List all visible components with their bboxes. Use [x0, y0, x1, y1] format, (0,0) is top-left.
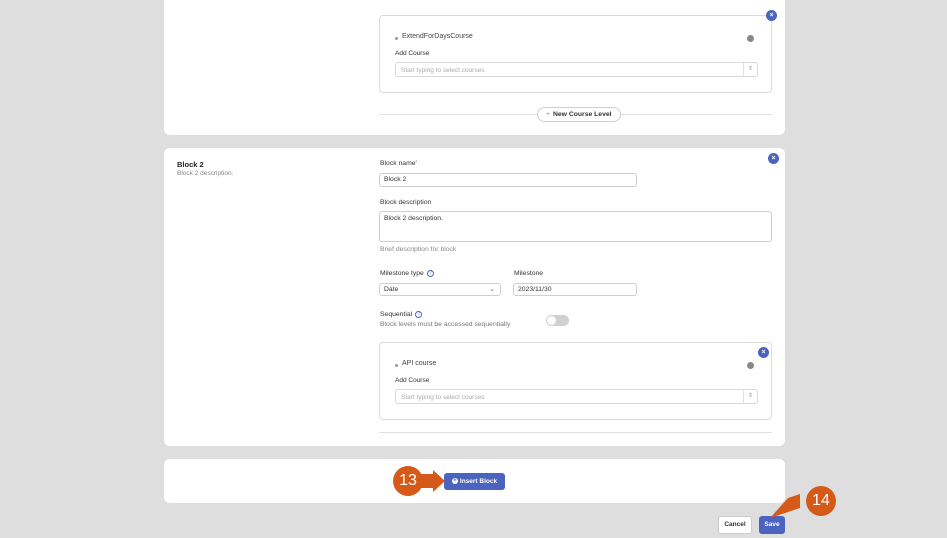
add-course-placeholder: Start typing to select courses [401, 394, 485, 401]
add-course-placeholder: Start typing to select courses [401, 67, 485, 74]
add-course-label: Add Course [395, 50, 430, 57]
help-icon[interactable]: ? [415, 311, 423, 318]
milestone-date-input[interactable]: 2023/11/30 [513, 283, 637, 296]
bullet-icon [395, 364, 398, 367]
toggle-knob [547, 316, 556, 325]
block-title: Block 2 [177, 160, 204, 169]
plus-icon: + [546, 111, 550, 118]
block-summary: Block 2 description. [177, 170, 234, 177]
new-course-level-label: New Course Level [552, 111, 612, 118]
new-course-level-button[interactable]: + New Course Level [537, 107, 621, 122]
bullet-icon [395, 37, 398, 40]
block-description-label: Block description [380, 199, 432, 206]
sequential-label: Sequential? [380, 311, 423, 318]
remove-course-icon[interactable] [747, 362, 754, 369]
callout-arrow-13 [419, 470, 445, 492]
cancel-button[interactable]: Cancel [718, 516, 752, 534]
remove-level-icon[interactable]: × [766, 10, 777, 21]
select-arrows-icon: ⇕ [743, 63, 757, 76]
description-hint: Brief description for block [380, 246, 457, 253]
sequential-toggle[interactable] [546, 315, 569, 326]
chevron-down-icon: ⌄ [489, 286, 495, 293]
milestone-type-value: Date [384, 286, 399, 293]
block-1-card: × ExtendForDaysCourse Add Course Start t… [164, 0, 785, 135]
milestone-label: Milestone [514, 270, 544, 277]
add-course-label: Add Course [395, 377, 430, 384]
milestone-type-label: Milestone type? [380, 270, 434, 277]
callout-arrow-14 [770, 494, 800, 518]
select-arrows-icon: ⇕ [743, 390, 757, 403]
divider [616, 114, 772, 115]
course-level-box: × ExtendForDaysCourse Add Course Start t… [379, 10, 777, 93]
add-course-select[interactable]: Start typing to select courses ⇕ [395, 62, 758, 77]
insert-block-button[interactable]: + Insert Block [444, 473, 505, 490]
block-name-label: Block name' [380, 160, 417, 167]
step-14-callout: 14 [806, 486, 836, 516]
remove-block-icon[interactable]: × [768, 153, 779, 164]
course-name: API course [402, 360, 437, 367]
course-name: ExtendForDaysCourse [402, 33, 473, 40]
block-name-input[interactable]: Block 2 [379, 173, 637, 187]
required-marker: ' [415, 160, 417, 167]
sequential-hint: Block levels must be accessed sequential… [380, 321, 511, 328]
insert-block-label: Insert Block [459, 478, 498, 485]
remove-course-icon[interactable] [747, 35, 754, 42]
block-2-card: × Block 2 Block 2 description. Block nam… [164, 148, 785, 446]
add-course-select[interactable]: Start typing to select courses ⇕ [395, 389, 758, 404]
course-level-box: × API course Add Course Start typing to … [379, 342, 772, 420]
save-button[interactable]: Save [759, 516, 785, 534]
milestone-type-select[interactable]: Date ⌄ [379, 283, 501, 296]
divider [379, 114, 537, 115]
plus-circle-icon: + [451, 478, 458, 485]
remove-level-icon[interactable]: × [758, 347, 769, 358]
help-icon[interactable]: ? [426, 270, 434, 277]
divider [379, 432, 772, 433]
block-description-textarea[interactable]: Block 2 description. [379, 211, 772, 242]
